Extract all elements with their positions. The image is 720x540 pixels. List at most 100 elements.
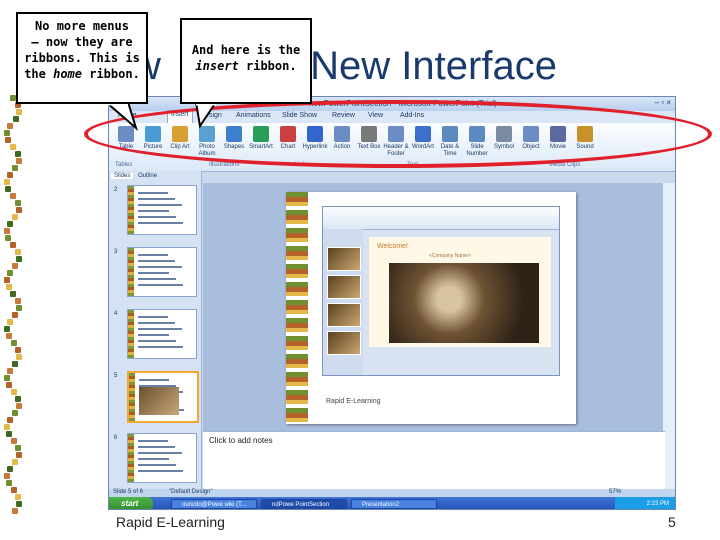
preview-photo (389, 263, 539, 343)
slide-thumbnail (127, 185, 197, 235)
vine-leaf (15, 445, 21, 451)
vine-leaf (16, 158, 22, 164)
preview-thumb (327, 247, 361, 271)
vine-leaf (12, 312, 18, 318)
vine-leaf (4, 179, 10, 185)
vine-leaf (7, 466, 13, 472)
vine-leaf (16, 452, 22, 458)
slide-thumbnail (127, 247, 197, 297)
vine-leaf (5, 137, 11, 143)
thumb-number: 3 (114, 249, 118, 255)
taskbar-clock: 2:23 PM (615, 497, 675, 509)
vine-leaf (12, 214, 18, 220)
preview-welcome: Welcome! (377, 243, 408, 250)
vine-leaf (7, 123, 13, 129)
thumb-number: 4 (114, 311, 118, 317)
vine-leaf (15, 494, 21, 500)
ribbon-highlight-ellipse (84, 100, 712, 168)
vine-leaf (4, 130, 10, 136)
vine-leaf (4, 424, 10, 430)
vine-leaf (11, 438, 17, 444)
vine-leaf (11, 389, 17, 395)
vine-leaf (6, 333, 12, 339)
vine-leaf (15, 298, 21, 304)
slide-thumbnail (127, 309, 197, 359)
vine-leaf (7, 221, 13, 227)
vine-leaf (11, 340, 17, 346)
vine-leaf (12, 508, 18, 514)
preview-sidebar (323, 229, 363, 375)
decorative-vine (0, 95, 26, 515)
tab-slides: Slides (111, 173, 134, 179)
thumb-number: 5 (114, 373, 118, 379)
vine-leaf (12, 263, 18, 269)
vine-leaf (15, 396, 21, 402)
vine-leaf (10, 144, 16, 150)
vine-leaf (16, 109, 22, 115)
vine-leaf (5, 235, 11, 241)
page-number: 5 (668, 514, 676, 530)
preview-ribbon (323, 207, 559, 230)
vine-leaf (16, 354, 22, 360)
vine-leaf (4, 375, 10, 381)
vine-leaf (16, 207, 22, 213)
vine-leaf (16, 256, 22, 262)
panel-tabs: Slides Outline (111, 173, 160, 179)
vine-leaf (6, 480, 12, 486)
tab-outline: Outline (138, 173, 158, 179)
status-zoom: 57% (609, 489, 622, 495)
status-bar: Slide 5 of 6 "Default Design" 57% (109, 489, 675, 497)
slide-preview: Welcome! <Company Name> Rapid E-Learning (286, 192, 576, 424)
taskbar-item: ndPowe PointSection (261, 499, 347, 509)
thumb-number: 2 (114, 187, 118, 193)
vine-leaf (6, 382, 12, 388)
vine-leaf (10, 193, 16, 199)
windows-taskbar: start 2:23 PM ouncdo@Powe wiki (T... ndPo… (109, 497, 675, 509)
vine-leaf (4, 473, 10, 479)
vine-leaf (4, 326, 10, 332)
vine-leaf (12, 459, 18, 465)
status-slide-count: Slide 5 of 6 (113, 489, 144, 495)
vine-leaf (15, 151, 21, 157)
preview-thumb (327, 303, 361, 327)
vine-leaf (7, 172, 13, 178)
vine-leaf (15, 200, 21, 206)
vine-leaf (10, 291, 16, 297)
vine-leaf (12, 410, 18, 416)
vine-leaf (15, 249, 21, 255)
taskbar-item: ouncdo@Powe wiki (T... (171, 499, 257, 509)
vine-leaf (7, 417, 13, 423)
callout-insert-ribbon: And here is the insert ribbon. (180, 18, 312, 104)
start-button: start (109, 497, 153, 509)
vine-leaf (10, 242, 16, 248)
status-theme: "Default Design" (169, 489, 213, 495)
vine-leaf (11, 487, 17, 493)
vine-leaf (6, 284, 12, 290)
vine-leaf (4, 277, 10, 283)
notes-pane: Click to add notes (203, 431, 665, 490)
ribbon-group-tables: Tables (115, 162, 133, 168)
callout-insert-line2: insert ribbon. (195, 59, 297, 73)
footer-text: Rapid E-Learning (116, 514, 225, 530)
callout-insert-tail (194, 101, 218, 129)
vine-leaf (5, 186, 11, 192)
callout-home-ribbon: No more menus – now they are ribbons. Th… (16, 12, 148, 104)
thumb-number: 6 (114, 435, 118, 441)
notes-placeholder: Click to add notes (209, 436, 273, 445)
vine-leaf (16, 501, 22, 507)
vine-leaf (12, 165, 18, 171)
slides-panel: Slides Outline 2 3 4 5 6 (109, 171, 202, 489)
callout-insert-line1: And here is the (191, 43, 301, 57)
vine-leaf (7, 270, 13, 276)
vine-leaf (16, 305, 22, 311)
taskbar-item: Presentation2 (351, 499, 437, 509)
callout-home-tail (103, 101, 138, 132)
vine-leaf (16, 403, 22, 409)
preview-thumb (327, 275, 361, 299)
preview-company: <Company Name> (429, 253, 471, 259)
vine-leaf (13, 116, 19, 122)
preview-thumb (327, 331, 361, 355)
preview-main-slide: Welcome! <Company Name> (369, 237, 551, 347)
callout-home-line3: ribbons. This is (24, 51, 140, 65)
callout-home-line1: No more menus (35, 19, 129, 33)
